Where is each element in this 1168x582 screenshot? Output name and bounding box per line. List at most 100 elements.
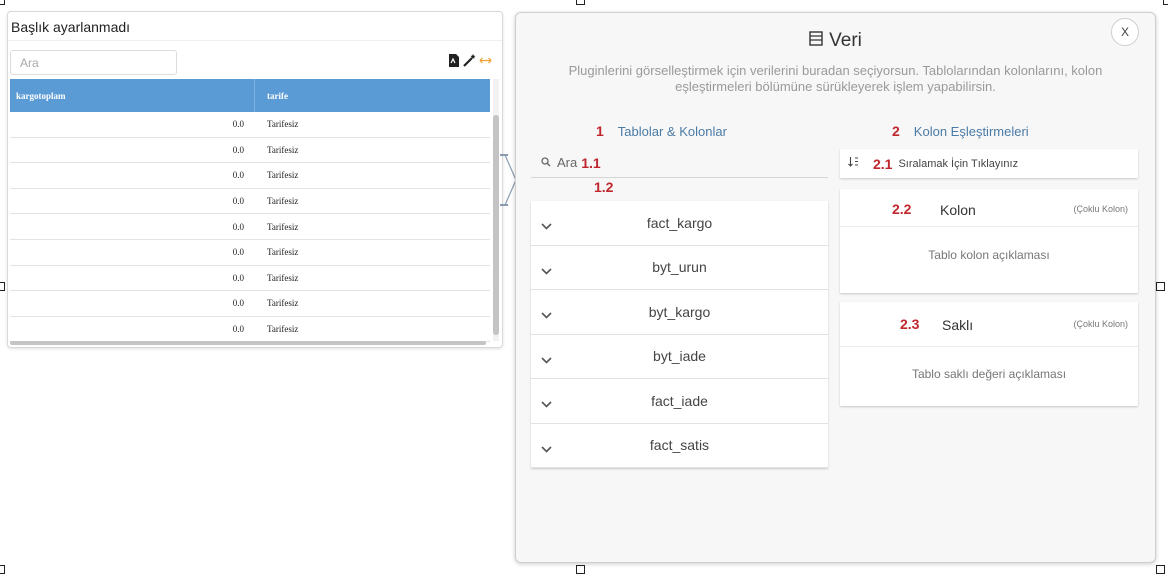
kolon-header: 2.2 Kolon (Çoklu Kolon): [840, 189, 1138, 227]
list-item[interactable]: fact_iade: [531, 379, 828, 424]
panel-title: Veri: [516, 30, 1155, 52]
table-row: 0.0 Tarifesiz: [10, 240, 490, 266]
divider: [8, 40, 502, 41]
cell: 0.0: [232, 272, 244, 283]
cell: 0.0: [232, 119, 244, 130]
horizontal-scrollbar[interactable]: [10, 341, 486, 345]
annotation-number: 1: [596, 123, 604, 139]
cell: Tarifesiz: [267, 170, 299, 181]
cell: 0.0: [232, 298, 244, 309]
list-item[interactable]: byt_iade: [531, 334, 828, 379]
table-row: 0.0 Tarifesiz: [10, 266, 490, 292]
table-name: byt_urun: [652, 259, 707, 276]
cell: Tarifesiz: [267, 247, 299, 258]
sakli-label: Saklı: [942, 317, 974, 333]
sakli-header: 2.3 Saklı (Çoklu Kolon): [840, 302, 1138, 347]
cell: Tarifesiz: [267, 119, 299, 130]
section-tables-label: Tablolar & Kolonlar: [617, 123, 727, 139]
table-name: fact_iade: [651, 392, 708, 409]
table-row: 0.0 Tarifesiz: [10, 112, 490, 138]
magic-wand-icon[interactable]: [463, 54, 476, 67]
widget-search-input[interactable]: [10, 50, 177, 75]
search-icon: [541, 154, 551, 172]
list-item[interactable]: byt_urun: [531, 245, 828, 290]
sakli-description: Tablo saklı değeri açıklaması: [911, 367, 1067, 381]
panel-title-text: Veri: [829, 30, 862, 51]
section-mapping-heading: 2 Kolon Eşleştirmeleri: [892, 123, 1029, 139]
cell: Tarifesiz: [267, 196, 299, 207]
kolon-label: Kolon: [940, 202, 976, 218]
vertical-scrollbar-thumb[interactable]: [493, 115, 499, 335]
resize-handle-top-center[interactable]: [576, 0, 585, 5]
resize-handle-bottom-right[interactable]: [1156, 565, 1165, 574]
table-row: 0.0 Tarifesiz: [10, 317, 490, 343]
table-list: fact_kargo byt_urun byt_kargo byt_iade f…: [531, 201, 828, 468]
resize-handle-bottom-center[interactable]: [576, 565, 585, 574]
column-header[interactable]: kargotoplam: [10, 79, 255, 112]
chevron-down-icon[interactable]: [541, 440, 552, 458]
resize-handle-middle-right[interactable]: [1156, 282, 1165, 291]
annotation-number: 2.2: [892, 201, 912, 217]
cell: 0.0: [232, 247, 244, 258]
chevron-down-icon[interactable]: [541, 395, 552, 413]
sort-button[interactable]: 2.1 Sıralamak İçin Tıklayınız: [840, 149, 1138, 178]
kolon-drop-zone[interactable]: 2.2 Kolon (Çoklu Kolon) Tablo kolon açık…: [840, 189, 1138, 293]
sort-label: Sıralamak İçin Tıklayınız: [898, 157, 1019, 170]
column-header[interactable]: tarife: [255, 91, 490, 101]
cell: 0.0: [232, 144, 244, 155]
cell: 0.0: [232, 221, 244, 232]
table-name: byt_kargo: [648, 303, 711, 320]
section-tables-heading: 1 Tablolar & Kolonlar: [596, 123, 727, 139]
chevron-down-icon[interactable]: [541, 217, 552, 235]
annotation-number: 2.1: [873, 155, 893, 172]
sakli-drop-zone[interactable]: 2.3 Saklı (Çoklu Kolon) Tablo saklı değe…: [840, 302, 1138, 406]
cell: 0.0: [232, 196, 244, 207]
list-item[interactable]: fact_satis: [531, 423, 828, 468]
annotation-number: 2.3: [900, 316, 920, 332]
chevron-down-icon[interactable]: [541, 351, 552, 369]
search-label: Ara: [557, 155, 578, 170]
kolon-description: Tablo kolon açıklaması: [928, 248, 1050, 262]
table-icon: [809, 30, 823, 52]
table-row: 0.0 Tarifesiz: [10, 189, 490, 215]
resize-handle-top-left[interactable]: [0, 0, 5, 5]
pdf-export-icon[interactable]: [447, 54, 460, 67]
annotation-number: 2: [892, 123, 900, 139]
resize-handle-bottom-left[interactable]: [0, 565, 5, 574]
widget-toolbar: [447, 54, 492, 67]
table-row: 0.0 Tarifesiz: [10, 163, 490, 189]
data-grid: kargotoplam tarife 0.0 Tarifesiz 0.0 Tarif…: [10, 79, 490, 343]
cell: Tarifesiz: [267, 272, 299, 283]
cell: Tarifesiz: [267, 144, 299, 155]
annotation-number: 1.1: [581, 154, 601, 171]
table-search-input[interactable]: Ara 1.1: [531, 148, 828, 178]
resize-horizontal-icon[interactable]: [479, 54, 492, 67]
data-panel: X Veri Pluginlerini görselleştirmek için…: [515, 12, 1156, 563]
table-row: 0.0 Tarifesiz: [10, 291, 490, 317]
chevron-down-icon[interactable]: [541, 306, 552, 324]
multi-column-badge: (Çoklu Kolon): [1073, 319, 1128, 329]
annotation-number: 1.2: [594, 179, 614, 195]
cell: Tarifesiz: [267, 298, 299, 309]
resize-handle-top-right[interactable]: [1163, 0, 1168, 5]
sort-icon: [848, 157, 859, 170]
resize-handle-middle-left[interactable]: [0, 282, 5, 291]
cell: 0.0: [232, 324, 244, 335]
chevron-down-icon[interactable]: [541, 262, 552, 280]
section-mapping-label: Kolon Eşleştirmeleri: [913, 123, 1029, 139]
list-item[interactable]: fact_kargo: [531, 201, 828, 246]
widget-title: Başlık ayarlanmadı: [11, 19, 131, 35]
table-widget: Başlık ayarlanmadı kargotoplam tarife 0.…: [7, 11, 503, 348]
cell: Tarifesiz: [267, 221, 299, 232]
cell: Tarifesiz: [267, 324, 299, 335]
list-item[interactable]: byt_kargo: [531, 290, 828, 335]
table-name: fact_kargo: [646, 214, 713, 231]
grid-header: kargotoplam tarife: [10, 79, 490, 112]
table-name: byt_iade: [653, 348, 706, 365]
panel-description: Pluginlerini görselleştirmek için verile…: [568, 63, 1103, 94]
table-name: fact_satis: [649, 437, 710, 454]
table-row: 0.0 Tarifesiz: [10, 138, 490, 164]
table-row: 0.0 Tarifesiz: [10, 214, 490, 240]
multi-column-badge: (Çoklu Kolon): [1073, 204, 1128, 214]
cell: 0.0: [232, 170, 244, 181]
